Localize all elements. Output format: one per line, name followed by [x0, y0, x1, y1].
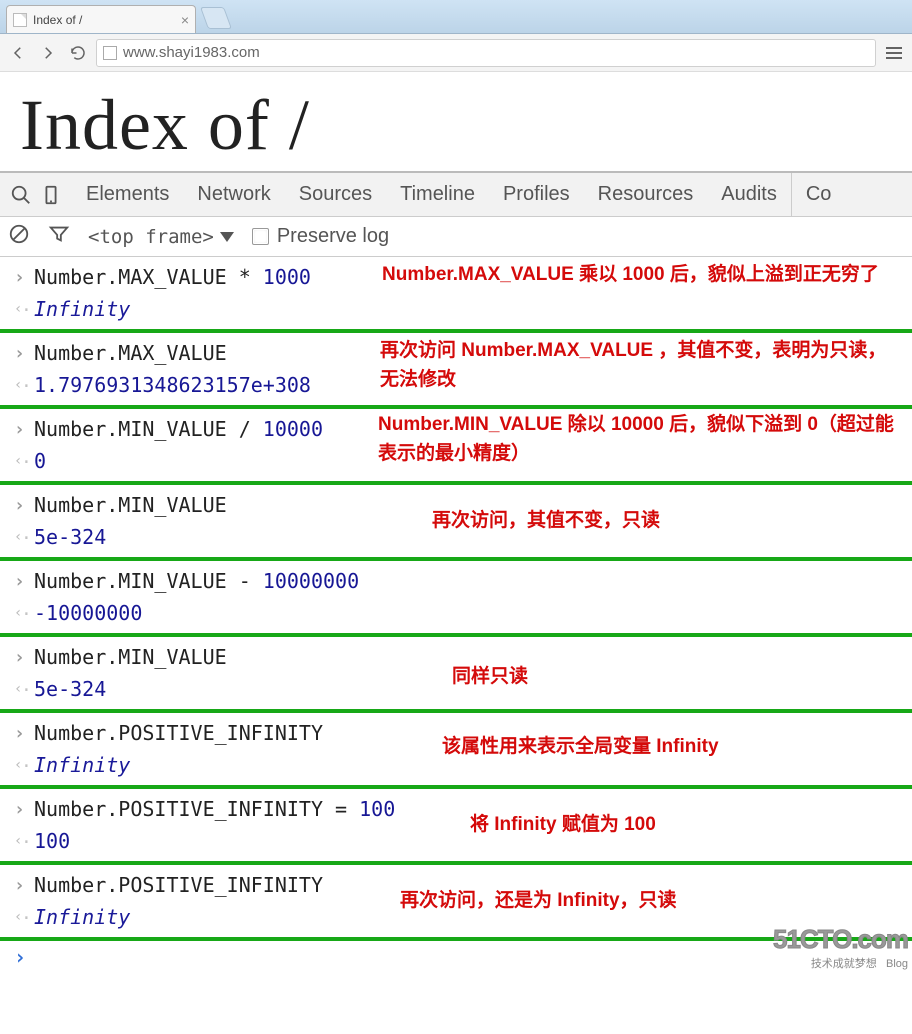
preserve-log-checkbox[interactable]	[252, 228, 269, 245]
tab-sources[interactable]: Sources	[285, 173, 386, 216]
tab-network[interactable]: Network	[183, 173, 284, 216]
annotation-text: 再次访问 Number.MAX_VALUE ，其值不变，表明为只读，无法修改	[380, 337, 900, 394]
tab-elements[interactable]: Elements	[72, 173, 183, 216]
output-arrow-icon	[14, 377, 34, 393]
console-output-line: Infinity	[0, 293, 912, 325]
watermark: 51CTO.com技术成就梦想 Blog	[773, 924, 908, 971]
console-input-code: Number.MAX_VALUE	[34, 341, 227, 365]
annotation-text: 再次访问，其值不变，只读	[432, 507, 900, 536]
console-input-code: Number.MIN_VALUE	[34, 493, 227, 517]
console-input-line[interactable]: Number.MIN_VALUE - 10000000	[0, 565, 912, 597]
input-arrow-icon	[14, 799, 34, 820]
new-tab-button[interactable]	[200, 7, 232, 29]
frame-selector-label: <top frame>	[88, 226, 214, 248]
tab-profiles[interactable]: Profiles	[489, 173, 584, 216]
input-arrow-icon	[14, 571, 34, 592]
console-group: Number.POSITIVE_INFINITY Infinity 该属性用来表示全…	[0, 713, 912, 789]
console-output-value: 1.7976931348623157e+308	[34, 373, 311, 397]
clear-console-icon[interactable]	[8, 223, 30, 251]
console-output-value: Infinity	[34, 297, 130, 321]
input-arrow-icon	[14, 343, 34, 364]
console-input-code: Number.MIN_VALUE - 10000000	[34, 569, 359, 593]
annotation-text: 将 Infinity 赋值为 100	[470, 811, 900, 840]
console-output-value: 5e-324	[34, 677, 106, 701]
frame-selector[interactable]: <top frame>	[88, 226, 234, 248]
forward-button[interactable]	[36, 41, 60, 65]
console-output: Number.MAX_VALUE * 1000 Infinity Number.MA…	[0, 257, 912, 973]
console-output-value: 0	[34, 449, 46, 473]
filter-icon[interactable]	[48, 223, 70, 251]
console-input-code: Number.MIN_VALUE / 10000	[34, 417, 323, 441]
console-group: Number.MAX_VALUE * 1000 Infinity Number.MA…	[0, 257, 912, 333]
annotation-text: 该属性用来表示全局变量 Infinity	[442, 733, 900, 762]
console-group: Number.POSITIVE_INFINITY = 100 100 将 Infin…	[0, 789, 912, 865]
console-input-code: Number.POSITIVE_INFINITY	[34, 721, 323, 745]
console-group: Number.MAX_VALUE 1.7976931348623157e+308 再…	[0, 333, 912, 409]
console-toolbar: <top frame> Preserve log	[0, 217, 912, 257]
preserve-log-label: Preserve log	[277, 225, 389, 248]
input-arrow-icon	[14, 495, 34, 516]
url-text: www.shayi1983.com	[123, 44, 260, 61]
annotation-text: 同样只读	[452, 663, 900, 692]
annotation-text: Number.MAX_VALUE 乘以 1000 后，貌似上溢到正无穷了	[382, 261, 900, 290]
tab-close-icon[interactable]: ×	[181, 12, 189, 28]
console-input-code: Number.MAX_VALUE * 1000	[34, 265, 311, 289]
console-input-code: Number.MIN_VALUE	[34, 645, 227, 669]
input-arrow-icon	[14, 875, 34, 896]
output-arrow-icon	[14, 833, 34, 849]
annotation-text: 再次访问，还是为 Infinity，只读	[400, 887, 900, 916]
page-icon	[13, 13, 27, 27]
url-input[interactable]: www.shayi1983.com	[96, 39, 876, 67]
output-arrow-icon	[14, 453, 34, 469]
input-arrow-icon	[14, 647, 34, 668]
input-arrow-icon	[14, 419, 34, 440]
output-arrow-icon	[14, 757, 34, 773]
page-title: Index of /	[20, 84, 900, 167]
page-content: Index of /	[0, 72, 912, 171]
console-group: Number.MIN_VALUE 5e-324 同样只读	[0, 637, 912, 713]
address-bar: www.shayi1983.com	[0, 34, 912, 72]
console-input-code: Number.POSITIVE_INFINITY	[34, 873, 323, 897]
output-arrow-icon	[14, 301, 34, 317]
inspect-icon[interactable]	[6, 184, 36, 206]
dropdown-icon	[220, 232, 234, 242]
tab-resources[interactable]: Resources	[584, 173, 708, 216]
tab-console[interactable]: Co	[791, 173, 846, 216]
output-arrow-icon	[14, 605, 34, 621]
browser-tab[interactable]: Index of / ×	[6, 5, 196, 33]
device-icon[interactable]	[36, 184, 66, 206]
console-output-value: Infinity	[34, 905, 130, 929]
console-group: Number.MIN_VALUE 5e-324 再次访问，其值不变，只读	[0, 485, 912, 561]
back-button[interactable]	[6, 41, 30, 65]
output-arrow-icon	[14, 681, 34, 697]
input-arrow-icon	[14, 723, 34, 744]
console-output-value: 5e-324	[34, 525, 106, 549]
annotation-text: Number.MIN_VALUE 除以 10000 后，貌似下溢到 0（超过能表…	[378, 411, 900, 468]
console-output-value: -10000000	[34, 601, 142, 625]
output-arrow-icon	[14, 529, 34, 545]
input-arrow-icon	[14, 267, 34, 288]
site-icon	[103, 46, 117, 60]
output-arrow-icon	[14, 909, 34, 925]
devtools-tabbar: Elements Network Sources Timeline Profil…	[0, 173, 912, 217]
console-input-code: Number.POSITIVE_INFINITY = 100	[34, 797, 395, 821]
tab-timeline[interactable]: Timeline	[386, 173, 489, 216]
console-group: Number.MIN_VALUE - 10000000 -10000000	[0, 561, 912, 637]
console-output-value: Infinity	[34, 753, 130, 777]
menu-button[interactable]	[882, 47, 906, 59]
devtools-panel: Elements Network Sources Timeline Profil…	[0, 171, 912, 973]
browser-tabstrip: Index of / ×	[0, 0, 912, 34]
reload-button[interactable]	[66, 41, 90, 65]
console-group: Number.MIN_VALUE / 10000 0 Number.MIN_VALU…	[0, 409, 912, 485]
tab-audits[interactable]: Audits	[707, 173, 791, 216]
console-output-line: -10000000	[0, 597, 912, 629]
console-output-value: 100	[34, 829, 70, 853]
tab-title: Index of /	[33, 13, 82, 27]
